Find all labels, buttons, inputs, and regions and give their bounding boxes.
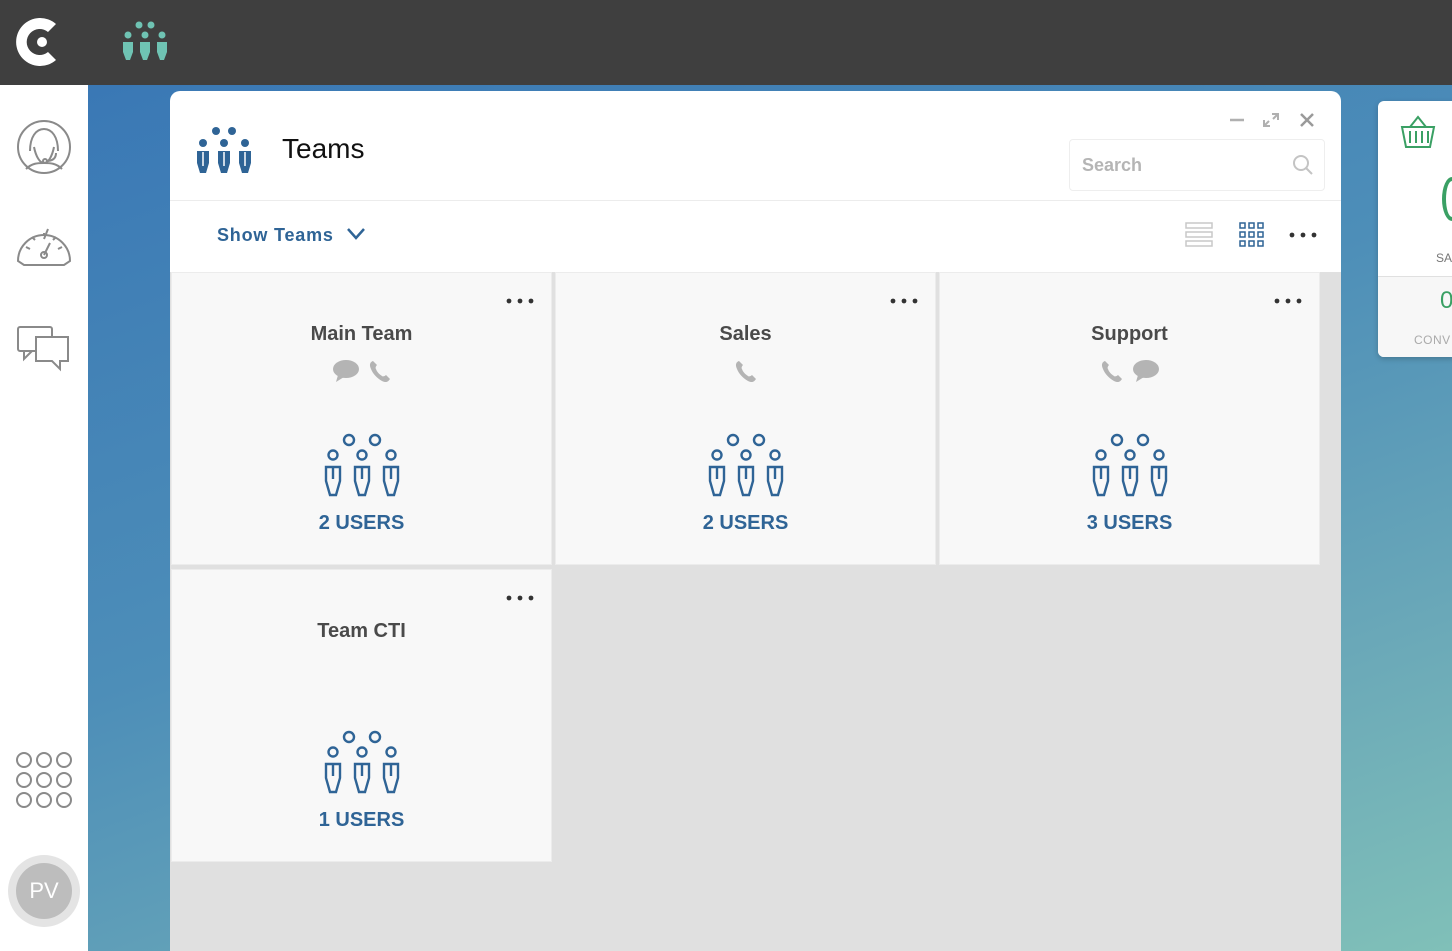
app-logo[interactable] <box>12 12 68 72</box>
team-channels <box>172 359 551 385</box>
team-user-count[interactable]: 1 USERS <box>172 809 551 832</box>
window-header: Teams <box>170 91 1341 201</box>
team-channels <box>172 656 551 682</box>
card-more-icon[interactable] <box>505 297 535 305</box>
maximize-icon[interactable] <box>1261 111 1281 129</box>
agent-headset-icon[interactable] <box>14 117 74 177</box>
team-card[interactable]: Team CTI 1 USERS <box>171 569 552 862</box>
card-more-icon[interactable] <box>889 297 919 305</box>
users-group-icon <box>324 433 400 497</box>
show-teams-dropdown[interactable]: Show Teams <box>217 225 334 246</box>
widget-value: 0 <box>1440 287 1452 314</box>
teams-window: Teams Show Teams <box>170 91 1341 951</box>
team-name: Sales <box>719 323 772 345</box>
card-more-icon[interactable] <box>505 594 535 602</box>
team-name: Main Team <box>310 323 413 345</box>
team-channels <box>556 359 935 385</box>
sales-widget[interactable]: SA 0 CONV <box>1378 101 1452 357</box>
user-avatar[interactable]: PV <box>8 855 80 927</box>
users-group-icon <box>708 433 784 497</box>
list-view-icon[interactable] <box>1184 221 1214 249</box>
teams-icon <box>197 127 251 173</box>
team-name: Team CTI <box>317 620 406 642</box>
teams-toolbar: Show Teams <box>170 201 1341 271</box>
left-sidebar: PV <box>0 85 88 951</box>
team-channels <box>940 359 1319 385</box>
team-card[interactable]: Sales 2 USERS <box>555 272 936 565</box>
dashboard-gauge-icon[interactable] <box>14 217 74 277</box>
chat-icon <box>1132 360 1159 382</box>
team-card[interactable]: Main Team 2 USERS <box>171 272 552 565</box>
team-user-count[interactable]: 2 USERS <box>556 512 935 535</box>
minimize-icon[interactable] <box>1227 111 1247 129</box>
team-name: Support <box>1091 323 1168 345</box>
progress-ring <box>1442 177 1452 221</box>
widget-label-bottom: CONV <box>1414 333 1451 347</box>
phone-icon <box>1101 361 1122 383</box>
team-card[interactable]: Support 3 USERS <box>939 272 1320 565</box>
search-input[interactable] <box>1082 150 1282 180</box>
phone-icon <box>735 361 756 383</box>
users-group-icon <box>324 730 400 794</box>
teams-grid: Main Team 2 USERS Sales 2 USERS Support 3 U… <box>170 272 1341 951</box>
window-title: Teams <box>282 133 365 164</box>
top-bar <box>0 0 1452 85</box>
chat-bubbles-icon[interactable] <box>14 317 74 377</box>
team-user-count[interactable]: 3 USERS <box>940 512 1319 535</box>
grid-view-icon[interactable] <box>1237 221 1267 249</box>
widget-label-top: SA <box>1436 251 1452 265</box>
apps-grid-icon[interactable] <box>14 750 74 810</box>
close-icon[interactable] <box>1297 111 1317 129</box>
chat-icon <box>332 360 359 382</box>
basket-icon <box>1400 115 1436 148</box>
teams-app-icon[interactable] <box>122 20 168 62</box>
avatar-initials: PV <box>16 863 72 919</box>
team-user-count[interactable]: 2 USERS <box>172 512 551 535</box>
phone-icon <box>369 361 390 383</box>
chevron-down-icon[interactable] <box>346 227 366 241</box>
search-icon[interactable] <box>1292 154 1314 176</box>
search-box <box>1069 139 1325 191</box>
card-more-icon[interactable] <box>1273 297 1303 305</box>
more-options-icon[interactable] <box>1288 221 1318 249</box>
users-group-icon <box>1092 433 1168 497</box>
